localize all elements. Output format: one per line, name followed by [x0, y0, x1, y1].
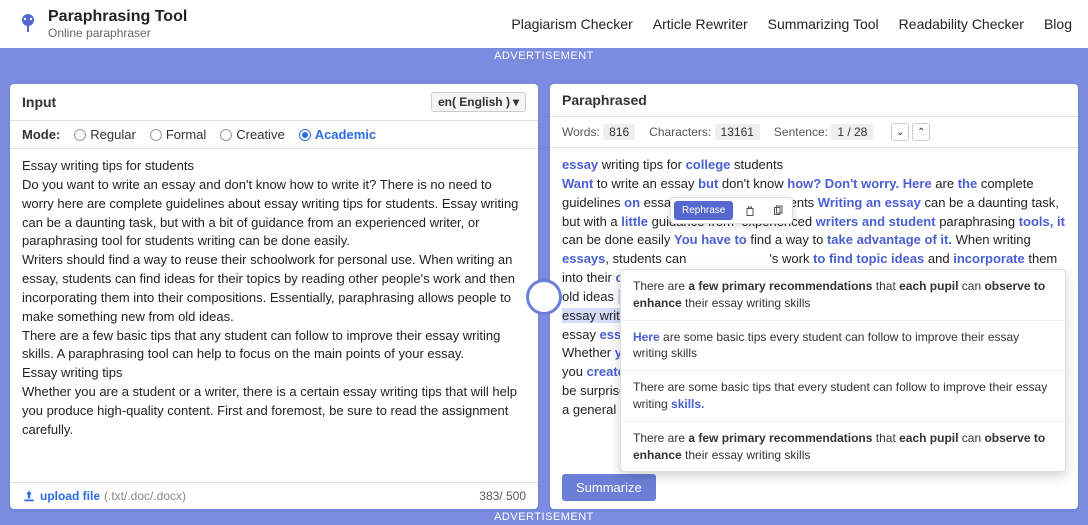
swap-circle-icon[interactable] [526, 279, 562, 315]
output-heading: Paraphrased [562, 92, 647, 108]
mode-row: Mode: Regular Formal Creative Academic [10, 121, 538, 149]
mode-academic-label: Academic [315, 127, 376, 142]
chars-label: Characters: [649, 125, 711, 139]
sentence-value: 1 / 28 [831, 124, 873, 140]
input-panel: Input en( English ) ▾ Mode: Regular Form… [10, 84, 538, 509]
radio-icon [220, 129, 232, 141]
language-select[interactable]: en( English ) ▾ [431, 92, 526, 112]
hero: Input en( English ) ▾ Mode: Regular Form… [0, 64, 1088, 509]
rephrase-button[interactable]: Rephrase [674, 201, 733, 220]
mode-regular[interactable]: Regular [74, 127, 136, 142]
mode-creative-label: Creative [236, 127, 284, 142]
panels: Input en( English ) ▾ Mode: Regular Form… [10, 84, 1078, 509]
summarize-button[interactable]: Summarize [562, 474, 656, 501]
mode-formal-label: Formal [166, 127, 206, 142]
mode-label: Mode: [22, 127, 60, 142]
sentence-label: Sentence: [774, 125, 828, 139]
sentence-next-button[interactable]: ⌄ [891, 123, 909, 141]
ad-top: ADVERTISEMENT [0, 48, 1088, 64]
brand-text: Paraphrasing Tool Online paraphraser [48, 8, 187, 40]
upload-icon [22, 489, 36, 503]
delete-icon[interactable] [736, 198, 764, 223]
mode-formal[interactable]: Formal [150, 127, 206, 142]
upload-label: upload file [40, 489, 100, 503]
header: Paraphrasing Tool Online paraphraser Pla… [0, 0, 1088, 48]
output-panel: Paraphrased Words: 816 Characters: 13161… [550, 84, 1078, 509]
nav-rewriter[interactable]: Article Rewriter [653, 16, 748, 32]
radio-icon [150, 129, 162, 141]
brand-title: Paraphrasing Tool [48, 8, 187, 26]
mode-regular-label: Regular [90, 127, 136, 142]
nav-plagiarism[interactable]: Plagiarism Checker [511, 16, 632, 32]
chars-value: 13161 [715, 124, 760, 140]
brand-subtitle: Online paraphraser [48, 26, 187, 40]
brand: Paraphrasing Tool Online paraphraser [16, 8, 187, 40]
suggestion-item[interactable]: There are a few primary recommendations … [621, 422, 1065, 472]
nav: Plagiarism Checker Article Rewriter Summ… [511, 16, 1072, 32]
nav-summarizing[interactable]: Summarizing Tool [768, 16, 879, 32]
stats-row: Words: 816 Characters: 13161 Sentence: 1… [550, 117, 1078, 148]
mode-creative[interactable]: Creative [220, 127, 284, 142]
input-heading: Input [22, 94, 56, 110]
chevron-down-icon: ▾ [513, 95, 519, 109]
suggestion-item[interactable]: There are some basic tips that every stu… [621, 371, 1065, 422]
radio-icon [299, 129, 311, 141]
upload-ext: (.txt/.doc/.docx) [104, 489, 186, 503]
nav-blog[interactable]: Blog [1044, 16, 1072, 32]
sentence-prev-button[interactable]: ⌃ [912, 123, 930, 141]
char-counter: 383/ 500 [479, 489, 526, 503]
suggestion-popup: There are a few primary recommendations … [620, 269, 1066, 472]
input-panel-head: Input en( English ) ▾ [10, 84, 538, 121]
words-label: Words: [562, 125, 600, 139]
ad-bottom: ADVERTISEMENT [0, 509, 1088, 525]
suggestion-item[interactable]: There are a few primary recommendations … [621, 270, 1065, 321]
output-panel-head: Paraphrased [550, 84, 1078, 117]
radio-icon [74, 129, 86, 141]
sentence-nav: ⌄ ⌃ [891, 123, 930, 141]
input-textarea[interactable]: Essay writing tips for students Do you w… [10, 149, 538, 482]
suggestion-item[interactable]: Here are some basic tips every student c… [621, 321, 1065, 372]
logo-icon [16, 12, 40, 36]
mode-academic[interactable]: Academic [299, 127, 376, 142]
language-label: en( English ) [438, 95, 510, 109]
upload-row: upload file (.txt/.doc/.docx) 383/ 500 [10, 482, 538, 509]
upload-button[interactable]: upload file (.txt/.doc/.docx) [22, 489, 186, 503]
copy-icon[interactable] [764, 198, 792, 223]
words-value: 816 [603, 124, 635, 140]
selection-toolbar: Rephrase [670, 197, 793, 224]
nav-readability[interactable]: Readability Checker [899, 16, 1024, 32]
